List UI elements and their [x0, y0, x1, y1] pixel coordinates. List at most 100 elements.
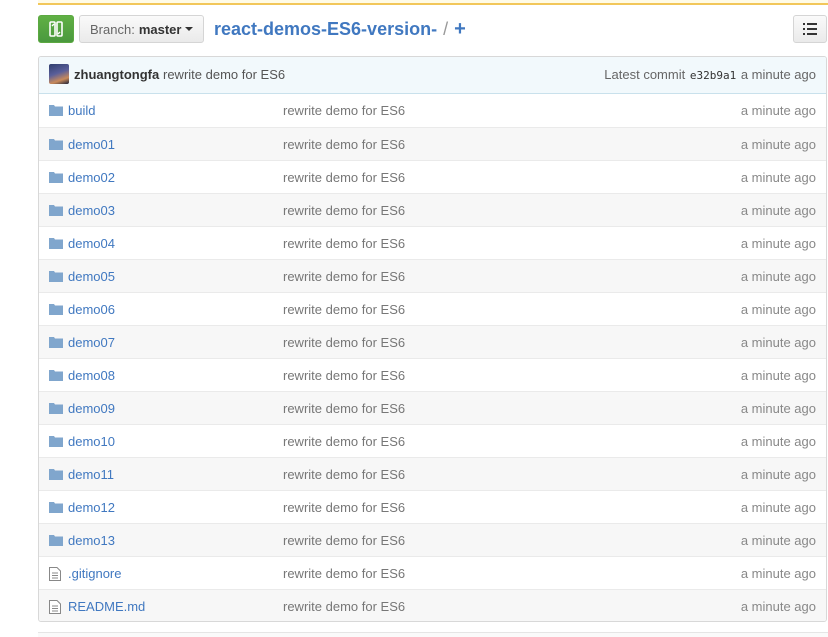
file-row: .gitignore rewrite demo for ES6 a minute a… [39, 556, 826, 589]
latest-commit-info: Latest commit e32b9a1 a minute ago [604, 67, 816, 82]
file-commit-message[interactable]: rewrite demo for ES6 [283, 401, 405, 416]
folder-icon [49, 237, 63, 251]
file-age: a minute ago [740, 599, 816, 614]
file-name-link[interactable]: demo06 [68, 302, 115, 317]
compare-button[interactable] [38, 15, 74, 43]
file-age: a minute ago [740, 203, 816, 218]
file-row: demo03 rewrite demo for ES6 a minute ago [39, 193, 826, 226]
file-row: demo08 rewrite demo for ES6 a minute ago [39, 358, 826, 391]
branch-name: master [138, 21, 182, 37]
file-row: demo04 rewrite demo for ES6 a minute ago [39, 226, 826, 259]
file-age: a minute ago [740, 434, 816, 449]
file-age: a minute ago [740, 137, 816, 152]
file-row: demo02 rewrite demo for ES6 a minute ago [39, 160, 826, 193]
file-row: demo12 rewrite demo for ES6 a minute ago [39, 490, 826, 523]
folder-icon [49, 435, 63, 449]
file-commit-message[interactable]: rewrite demo for ES6 [283, 434, 405, 449]
file-name-link[interactable]: demo04 [68, 236, 115, 251]
folder-icon [49, 104, 63, 118]
commit-message[interactable]: rewrite demo for ES6 [163, 67, 285, 82]
list-icon [803, 23, 817, 35]
folder-icon [49, 336, 63, 350]
repo-root-link[interactable]: react-demos-ES6-version- [214, 19, 437, 40]
file-name-link[interactable]: demo03 [68, 203, 115, 218]
file-age: a minute ago [740, 467, 816, 482]
file-commit-message[interactable]: rewrite demo for ES6 [283, 500, 405, 515]
file-name-link[interactable]: demo13 [68, 533, 115, 548]
file-name-link[interactable]: demo07 [68, 335, 115, 350]
file-name-link[interactable]: demo11 [68, 467, 114, 482]
file-name-link[interactable]: demo10 [68, 434, 115, 449]
folder-icon [49, 369, 63, 383]
commit-time: a minute ago [740, 67, 816, 82]
file-row: build rewrite demo for ES6 a minute ago [39, 94, 826, 127]
file-name-link[interactable]: demo01 [68, 137, 115, 152]
file-row: demo11 rewrite demo for ES6 a minute ago [39, 457, 826, 490]
file-name-link[interactable]: demo02 [68, 170, 115, 185]
file-rows: build rewrite demo for ES6 a minute ago dem… [39, 94, 826, 621]
file-table: zhuangtongfa rewrite demo for ES6 Latest… [38, 56, 827, 622]
notification-strip [38, 0, 828, 5]
file-commit-message[interactable]: rewrite demo for ES6 [283, 103, 405, 118]
folder-icon [49, 402, 63, 416]
file-commit-message[interactable]: rewrite demo for ES6 [283, 236, 405, 251]
folder-icon [49, 501, 63, 515]
file-text-icon [49, 567, 63, 581]
file-name-link[interactable]: demo08 [68, 368, 115, 383]
file-row: README.md rewrite demo for ES6 a minute ag… [39, 589, 826, 621]
folder-icon [49, 204, 63, 218]
add-file-link[interactable]: + [454, 18, 466, 41]
file-name-link[interactable]: demo05 [68, 269, 115, 284]
file-commit-message[interactable]: rewrite demo for ES6 [283, 566, 405, 581]
folder-icon [49, 303, 63, 317]
file-age: a minute ago [740, 103, 816, 118]
file-age: a minute ago [740, 335, 816, 350]
file-commit-message[interactable]: rewrite demo for ES6 [283, 599, 405, 614]
file-commit-message[interactable]: rewrite demo for ES6 [283, 203, 405, 218]
file-commit-message[interactable]: rewrite demo for ES6 [283, 302, 405, 317]
folder-icon [49, 468, 63, 482]
file-age: a minute ago [740, 302, 816, 317]
file-name-link[interactable]: demo09 [68, 401, 115, 416]
file-name-link[interactable]: build [68, 103, 95, 118]
folder-icon [49, 270, 63, 284]
latest-commit-label: Latest commit [604, 67, 686, 82]
file-list-toggle-button[interactable] [793, 15, 827, 43]
file-commit-message[interactable]: rewrite demo for ES6 [283, 335, 405, 350]
file-row: demo06 rewrite demo for ES6 a minute ago [39, 292, 826, 325]
file-commit-message[interactable]: rewrite demo for ES6 [283, 137, 405, 152]
breadcrumb-separator: / [443, 18, 449, 39]
latest-commit-bar: zhuangtongfa rewrite demo for ES6 Latest… [39, 57, 826, 94]
file-row: demo10 rewrite demo for ES6 a minute ago [39, 424, 826, 457]
file-age: a minute ago [740, 566, 816, 581]
commit-author[interactable]: zhuangtongfa [74, 67, 159, 82]
file-row: demo07 rewrite demo for ES6 a minute ago [39, 325, 826, 358]
file-row: demo01 rewrite demo for ES6 a minute ago [39, 127, 826, 160]
commit-sha[interactable]: e32b9a1 [690, 69, 736, 82]
caret-down-icon [185, 27, 194, 31]
file-commit-message[interactable]: rewrite demo for ES6 [283, 368, 405, 383]
branch-select-button[interactable]: Branch: master [79, 15, 204, 43]
folder-icon [49, 534, 63, 548]
file-row: demo09 rewrite demo for ES6 a minute ago [39, 391, 826, 424]
compare-icon [49, 21, 63, 37]
file-name-link[interactable]: README.md [68, 599, 145, 614]
folder-icon [49, 138, 63, 152]
file-row: demo05 rewrite demo for ES6 a minute ago [39, 259, 826, 292]
file-row: demo13 rewrite demo for ES6 a minute ago [39, 523, 826, 556]
file-age: a minute ago [740, 401, 816, 416]
next-section-edge [38, 632, 828, 637]
file-commit-message[interactable]: rewrite demo for ES6 [283, 533, 405, 548]
file-age: a minute ago [740, 500, 816, 515]
file-age: a minute ago [740, 236, 816, 251]
file-commit-message[interactable]: rewrite demo for ES6 [283, 170, 405, 185]
file-name-link[interactable]: demo12 [68, 500, 115, 515]
file-navigation: Branch: master react-demos-ES6-version- … [38, 15, 828, 43]
file-commit-message[interactable]: rewrite demo for ES6 [283, 467, 405, 482]
folder-icon [49, 171, 63, 185]
file-text-icon [49, 600, 63, 614]
file-commit-message[interactable]: rewrite demo for ES6 [283, 269, 405, 284]
file-name-link[interactable]: .gitignore [68, 566, 121, 581]
file-age: a minute ago [740, 269, 816, 284]
avatar[interactable] [49, 64, 69, 84]
